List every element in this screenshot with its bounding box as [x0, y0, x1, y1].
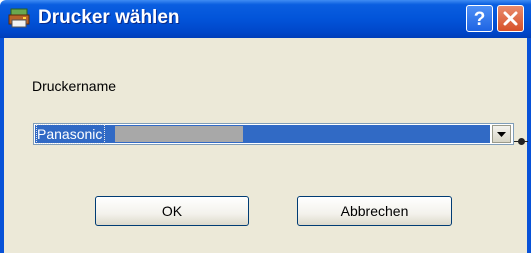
close-button[interactable] [497, 5, 524, 32]
dialog-body: Druckername Panasonic OK Abbrechen [4, 38, 528, 253]
printer-select[interactable]: Panasonic [33, 123, 514, 145]
printer-select-value: Panasonic [35, 124, 490, 144]
printer-icon [8, 8, 30, 28]
ok-button[interactable]: OK [95, 196, 249, 226]
svg-text:?: ? [474, 9, 486, 30]
callout-dot [518, 138, 525, 145]
title-bar[interactable]: Drucker wählen ? [0, 0, 531, 38]
cancel-button[interactable]: Abbrechen [297, 196, 452, 226]
help-icon: ? [474, 9, 486, 30]
dialog-window: Drucker wählen ? Druckername Panasonic O… [0, 0, 531, 253]
chevron-down-icon [497, 132, 506, 137]
redaction-block [115, 126, 243, 142]
printer-select-text: Panasonic [35, 124, 106, 144]
close-icon [503, 11, 518, 26]
window-title: Drucker wählen [38, 7, 180, 28]
dropdown-button[interactable] [492, 125, 511, 143]
help-button[interactable]: ? [466, 5, 493, 32]
window-frame-right [527, 38, 531, 253]
printer-name-label: Druckername [32, 78, 117, 94]
